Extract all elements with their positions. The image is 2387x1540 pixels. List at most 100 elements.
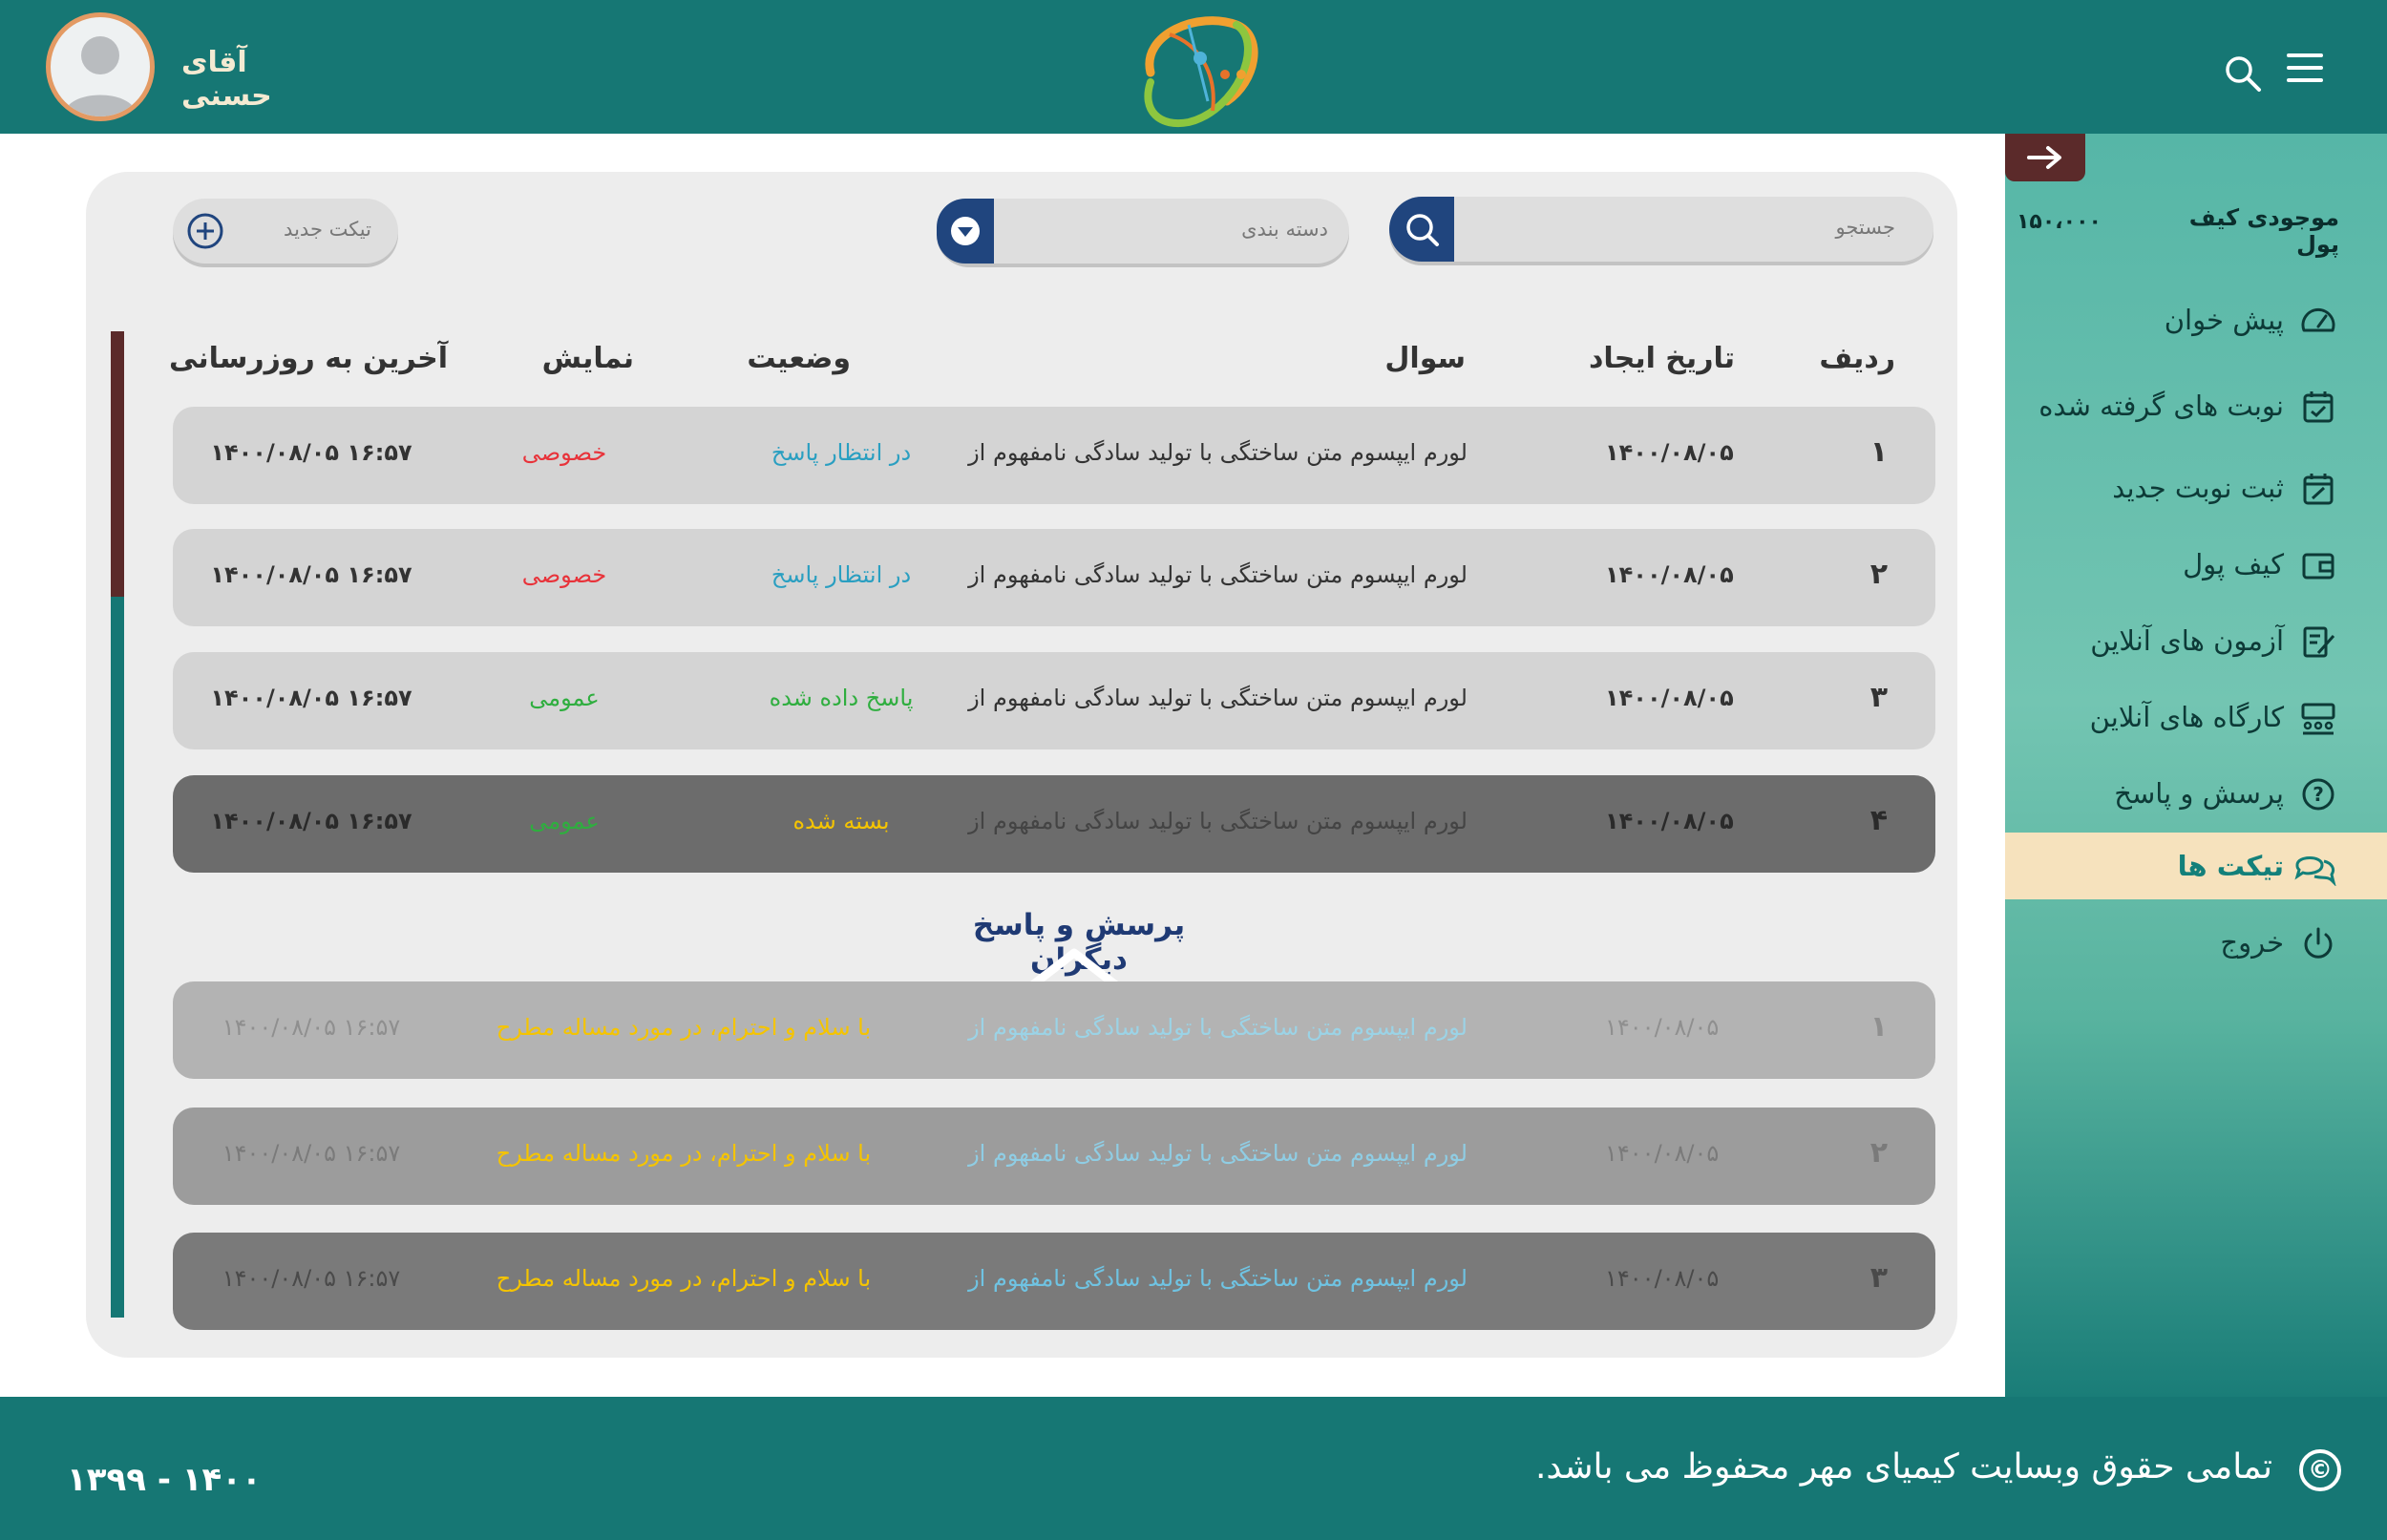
search-field[interactable]: جستجو (1389, 197, 1933, 262)
site-logo[interactable] (1122, 6, 1275, 128)
footer-years: ۱۳۹۹ - ۱۴۰۰ (67, 1461, 262, 1499)
header-question: سوال (1384, 342, 1466, 375)
header-last-update: آخرین به روزرسانی (168, 342, 448, 375)
sidebar-item-label: آزمون های آنلاین (2090, 624, 2284, 657)
sidebar-item-logout[interactable]: خروج (2005, 909, 2387, 976)
row-message: با سلام و احترام، در مورد مساله مطرح (496, 1265, 872, 1292)
svg-text:?: ? (2313, 783, 2324, 806)
search-button[interactable] (1389, 197, 1454, 262)
row-index: ۲ (1869, 558, 1888, 591)
chat-bubbles-icon (2294, 848, 2337, 887)
row-message: با سلام و احترام، در مورد مساله مطرح (496, 1140, 872, 1167)
row-message: با سلام و احترام، در مورد مساله مطرح (496, 1014, 872, 1041)
row-question: لورم ایپسوم متن ساختگی با تولید سادگی نا… (968, 1265, 1468, 1292)
sidebar-item-online-exams[interactable]: آزمون های آنلاین (2005, 607, 2387, 674)
search-icon[interactable] (2223, 53, 2263, 94)
search-input[interactable]: جستجو (1836, 216, 1895, 239)
sidebar-item-questions-answers[interactable]: ? پرسش و پاسخ (2005, 760, 2387, 827)
calendar-edit-icon (2299, 470, 2337, 508)
header-status: وضعیت (747, 342, 851, 375)
row-status: در انتظار پاسخ (771, 561, 912, 588)
scroll-thumb[interactable] (111, 331, 124, 597)
header-created: تاریخ ایجاد (1589, 342, 1735, 375)
row-created: ۱۴۰۰/۰۸/۰۵ (1605, 1014, 1720, 1041)
row-index: ۴ (1869, 804, 1888, 837)
sidebar-item-label: کارگاه های آنلاین (2089, 701, 2284, 733)
avatar[interactable] (46, 12, 155, 121)
header-index: ردیف (1819, 342, 1895, 375)
row-visibility: عمومی (529, 808, 600, 834)
calendar-check-icon (2299, 388, 2337, 426)
dashboard-gauge-icon (2299, 302, 2337, 340)
sidebar-item-tickets[interactable]: تیکت ها (2005, 833, 2387, 899)
row-question: لورم ایپسوم متن ساختگی با تولید سادگی نا… (968, 439, 1468, 466)
row-index: ۳ (1869, 1261, 1888, 1295)
row-question: لورم ایپسوم متن ساختگی با تولید سادگی نا… (968, 1014, 1468, 1041)
row-question: لورم ایپسوم متن ساختگی با تولید سادگی نا… (968, 808, 1468, 834)
sidebar-collapse-button[interactable] (2005, 134, 2085, 181)
workshop-group-icon (2299, 699, 2337, 737)
table-row[interactable]: ۱ ۱۴۰۰/۰۸/۰۵ لورم ایپسوم متن ساختگی با ت… (173, 981, 1935, 1079)
arrow-right-icon (2027, 146, 2061, 169)
row-question: لورم ایپسوم متن ساختگی با تولید سادگی نا… (968, 561, 1468, 588)
row-question: لورم ایپسوم متن ساختگی با تولید سادگی نا… (968, 685, 1468, 711)
row-created: ۱۴۰۰/۰۸/۰۵ (1605, 561, 1734, 588)
sidebar-item-booked-appointments[interactable]: نوبت های گرفته شده (2005, 372, 2387, 439)
table-row[interactable]: ۳ ۱۴۰۰/۰۸/۰۵ لورم ایپسوم متن ساختگی با ت… (173, 652, 1935, 749)
hamburger-menu-icon[interactable] (2287, 53, 2323, 84)
row-index: ۱ (1869, 1010, 1888, 1044)
sidebar-item-label: خروج (2220, 926, 2284, 959)
category-placeholder: دسته بندی (1241, 218, 1328, 241)
row-last-update: ۱۴۰۰/۰۸/۰۵ ۱۶:۵۷ (210, 808, 412, 834)
copyright-text: تمامی حقوق وبسایت کیمیای مهر محفوظ می با… (1534, 1447, 2272, 1487)
sidebar-item-new-appointment[interactable]: ثبت نوبت جدید (2005, 454, 2387, 521)
row-status: در انتظار پاسخ (771, 439, 912, 466)
new-ticket-label: تیکت جدید (284, 218, 371, 241)
row-last-update: ۱۴۰۰/۰۸/۰۵ ۱۶:۵۷ (210, 685, 412, 711)
question-circle-icon: ? (2299, 775, 2337, 813)
row-index: ۱ (1869, 435, 1888, 469)
sidebar-item-dashboard[interactable]: پیش خوان (2005, 286, 2387, 353)
header-visibility: نمایش (541, 342, 634, 375)
search-icon (1406, 214, 1439, 246)
row-created: ۱۴۰۰/۰۸/۰۵ (1605, 1265, 1720, 1292)
row-visibility: خصوصی (521, 561, 607, 588)
category-dropdown-button[interactable] (937, 199, 994, 264)
sidebar-item-label: نوبت های گرفته شده (2038, 390, 2284, 422)
wallet-balance-label: موجودی کیف پول (2188, 204, 2339, 258)
row-status: پاسخ داده شده (769, 685, 914, 711)
table-row[interactable]: ۲ ۱۴۰۰/۰۸/۰۵ لورم ایپسوم متن ساختگی با ت… (173, 529, 1935, 626)
table-row[interactable]: ۴ ۱۴۰۰/۰۸/۰۵ لورم ایپسوم متن ساختگی با ت… (173, 775, 1935, 873)
wallet-balance-value: ۱۵۰،۰۰۰ (2017, 210, 2102, 234)
row-last-update: ۱۴۰۰/۰۸/۰۵ ۱۶:۵۷ (210, 561, 412, 588)
sidebar-item-wallet[interactable]: کیف پول (2005, 531, 2387, 598)
new-ticket-button[interactable]: تیکت جدید (173, 199, 398, 264)
row-status: بسته شده (792, 808, 890, 834)
user-name[interactable]: آقای حسنی (181, 46, 334, 113)
row-created: ۱۴۰۰/۰۸/۰۵ (1605, 1140, 1720, 1167)
row-index: ۳ (1869, 681, 1888, 714)
row-question: لورم ایپسوم متن ساختگی با تولید سادگی نا… (968, 1140, 1468, 1167)
row-visibility: خصوصی (521, 439, 607, 466)
sidebar-item-label: پرسش و پاسخ (2114, 777, 2284, 810)
sidebar-item-label: پیش خوان (2164, 304, 2284, 336)
category-select[interactable]: دسته بندی (937, 199, 1349, 264)
row-index: ۲ (1869, 1136, 1888, 1170)
sidebar-item-online-workshops[interactable]: کارگاه های آنلاین (2005, 684, 2387, 750)
row-created: ۱۴۰۰/۰۸/۰۵ (1605, 685, 1734, 711)
row-created: ۱۴۰۰/۰۸/۰۵ (1605, 439, 1734, 466)
power-icon (2299, 924, 2337, 962)
row-visibility: عمومی (529, 685, 600, 711)
copyright-icon: © (2299, 1449, 2341, 1491)
sidebar-item-label: تیکت ها (2177, 850, 2284, 882)
exam-edit-icon (2299, 622, 2337, 661)
sidebar-item-label: ثبت نوبت جدید (2112, 472, 2284, 504)
row-last-update: ۱۴۰۰/۰۸/۰۵ ۱۶:۵۷ (222, 1140, 401, 1167)
table-row[interactable]: ۳ ۱۴۰۰/۰۸/۰۵ لورم ایپسوم متن ساختگی با ت… (173, 1233, 1935, 1330)
plus-circle-icon (186, 212, 224, 250)
table-row[interactable]: ۲ ۱۴۰۰/۰۸/۰۵ لورم ایپسوم متن ساختگی با ت… (173, 1108, 1935, 1205)
wallet-icon (2299, 546, 2337, 584)
table-row[interactable]: ۱ ۱۴۰۰/۰۸/۰۵ لورم ایپسوم متن ساختگی با ت… (173, 407, 1935, 504)
sidebar-item-label: کیف پول (2183, 548, 2284, 580)
row-last-update: ۱۴۰۰/۰۸/۰۵ ۱۶:۵۷ (222, 1014, 401, 1041)
